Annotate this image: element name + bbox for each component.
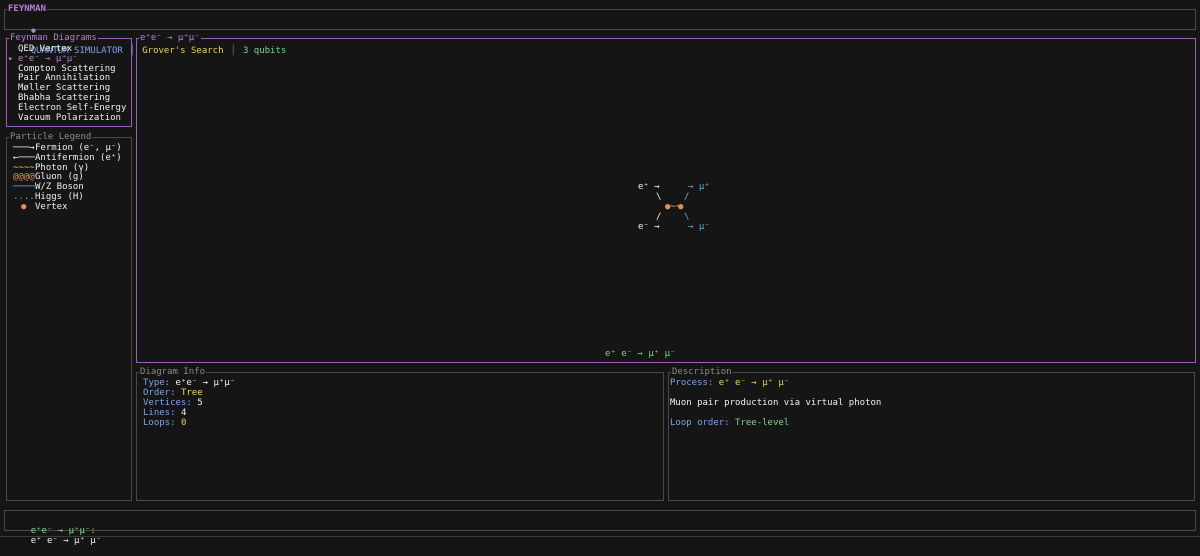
photon-wave-icon: ~~~~ <box>13 162 35 173</box>
info-label: Loops: <box>143 418 176 428</box>
canvas-caption: e⁺ e⁻ → μ⁺ μ⁻ <box>605 349 676 359</box>
diagram-item-label: Electron Self-Energy <box>18 102 127 113</box>
legend-label: Photon (γ) <box>35 162 90 173</box>
diagram-item-label: Compton Scattering <box>18 63 116 74</box>
vertex-right-icon: ● <box>678 202 684 212</box>
outgoing-muon-minus-label: → μ⁻ <box>688 222 710 232</box>
legend-panel: Particle Legend ───→Fermion (e⁻, μ⁻) ←──… <box>6 132 132 501</box>
fermion-line-bl: / <box>656 212 662 222</box>
info-row-vertices: Vertices: 5 <box>143 398 235 408</box>
info-row-order: Order: Tree <box>143 388 235 398</box>
legend-label: W/Z Boson <box>35 182 84 193</box>
process-row: Process: e⁺ e⁻ → μ⁺ μ⁻ <box>670 378 881 388</box>
loop-order-value: Tree-level <box>735 418 790 428</box>
process-value: e⁺ e⁻ → μ⁺ μ⁻ <box>718 378 790 388</box>
info-value: e⁺e⁻ → μ⁺μ⁻ <box>175 378 236 388</box>
diagrams-panel-title: Feynman Diagrams <box>9 33 98 43</box>
diagram-item-label: Bhabha Scattering <box>18 92 111 103</box>
legend-item-vertex: ● Vertex <box>13 202 122 212</box>
diagram-item-label: Vacuum Polarization <box>18 112 121 123</box>
gluon-coil-icon: @@@@ <box>13 172 35 183</box>
diagram-list: QED Vertex ▸ e⁺e⁻ → μ⁺μ⁻ Compton Scatteri… <box>8 44 126 123</box>
diagram-item-pair-annihilation[interactable]: Pair Annihilation <box>8 73 126 83</box>
diagram-item-bhabha[interactable]: Bhabha Scattering <box>8 93 126 103</box>
diagram-item-label: e⁺e⁻ → μ⁺μ⁻ <box>18 53 78 64</box>
fermion-line-br: \ <box>684 212 690 222</box>
info-label: Order: <box>143 388 176 398</box>
legend-item-higgs: ....Higgs (H) <box>13 192 122 202</box>
incoming-electron-label: e⁻ → <box>638 222 660 232</box>
legend-item-photon: ~~~~Photon (γ) <box>13 163 122 173</box>
incoming-positron-label: e⁺ → <box>638 182 660 192</box>
info-row-loops: Loops: 0 <box>143 418 235 428</box>
diagram-item-qed-vertex[interactable]: QED Vertex <box>8 44 126 54</box>
status-process-value: e⁺ e⁻ → μ⁺ μ⁻ <box>30 536 102 546</box>
legend-list: ───→Fermion (e⁻, μ⁻) ←───Antifermion (e⁺… <box>13 143 122 212</box>
loop-order-label: Loop order: <box>670 418 730 428</box>
legend-label: Vertex <box>35 201 68 212</box>
legend-item-antifermion: ←───Antifermion (e⁺) <box>13 153 122 163</box>
canvas-title: e⁺e⁻ → μ⁺μ⁻ <box>139 33 201 43</box>
info-label: Type: <box>143 378 171 388</box>
app-header: FEYNMAN ◆ MOONLAB QUANTUM SIMULATOR│Grov… <box>4 4 1196 56</box>
legend-label: Higgs (H) <box>35 191 84 202</box>
app-name: FEYNMAN <box>7 4 47 14</box>
diagram-item-ee-mumu[interactable]: ▸ e⁺e⁻ → μ⁺μ⁻ <box>8 54 126 64</box>
antifermion-line-icon: ←─── <box>13 152 35 163</box>
diagram-item-vacuum-polarization[interactable]: Vacuum Polarization <box>8 113 126 123</box>
diagram-item-moller[interactable]: Møller Scattering <box>8 83 126 93</box>
info-panel-title: Diagram Info <box>139 367 207 377</box>
diagrams-panel: Feynman Diagrams QED Vertex ▸ e⁺e⁻ → μ⁺μ⁻… <box>6 33 132 127</box>
legend-panel-title: Particle Legend <box>9 132 93 142</box>
info-value: 4 <box>180 408 187 418</box>
legend-item-gluon: @@@@Gluon (g) <box>13 172 122 182</box>
terminal-bottom-edge <box>0 536 1200 537</box>
legend-label: Gluon (g) <box>35 172 84 183</box>
info-value: 0 <box>180 418 187 428</box>
legend-item-fermion: ───→Fermion (e⁻, μ⁻) <box>13 143 122 153</box>
diagram-info-panel: Diagram Info Type: e⁺e⁻ → μ⁺μ⁻ Order: Tr… <box>136 367 664 501</box>
fermion-line-tr: / <box>684 192 690 202</box>
legend-label: Antifermion (e⁺) <box>35 152 122 163</box>
loop-order-row: Loop order: Tree-level <box>670 418 881 428</box>
info-row-type: Type: e⁺e⁻ → μ⁺μ⁻ <box>143 378 235 388</box>
info-value: 5 <box>197 398 203 408</box>
info-label: Vertices: <box>143 398 192 408</box>
vertex-dot-icon: ● <box>21 201 27 212</box>
selected-arrow-icon: ▸ <box>8 53 14 64</box>
fermion-line-icon: ───→ <box>13 143 35 153</box>
description-text: Muon pair production via virtual photon <box>670 398 882 408</box>
diagram-item-label: Møller Scattering <box>18 83 111 94</box>
legend-label: Fermion (e⁻, μ⁻) <box>35 143 122 153</box>
diagram-item-self-energy[interactable]: Electron Self-Energy <box>8 103 126 113</box>
info-row-lines: Lines: 4 <box>143 408 235 418</box>
higgs-dotted-icon: .... <box>13 191 35 202</box>
description-panel-title: Description <box>671 367 733 377</box>
status-bar: e⁺e⁻ → μ⁺μ⁻: e⁺ e⁻ → μ⁺ μ⁻ <box>4 510 1196 546</box>
description-panel: Description Process: e⁺ e⁻ → μ⁺ μ⁻ Muon … <box>668 367 1195 501</box>
fermion-line-tl: \ <box>656 192 662 202</box>
diagram-item-label: QED Vertex <box>18 44 73 54</box>
status-process-name: e⁺e⁻ → μ⁺μ⁻: <box>30 526 96 536</box>
info-label: Lines: <box>143 408 176 418</box>
diagram-item-compton[interactable]: Compton Scattering <box>8 64 126 74</box>
boson-line-icon: ──── <box>13 182 35 193</box>
diagram-canvas: e⁺e⁻ → μ⁺μ⁻ e⁺ → → μ⁺ \ / ● ~~ ● / \ e⁻ … <box>136 33 1196 363</box>
info-value: Tree <box>180 388 203 398</box>
legend-item-boson: ────W/Z Boson <box>13 182 122 192</box>
diagram-item-label: Pair Annihilation <box>18 73 111 84</box>
outgoing-muon-plus-label: → μ⁺ <box>688 182 710 192</box>
process-label: Process: <box>670 378 714 388</box>
